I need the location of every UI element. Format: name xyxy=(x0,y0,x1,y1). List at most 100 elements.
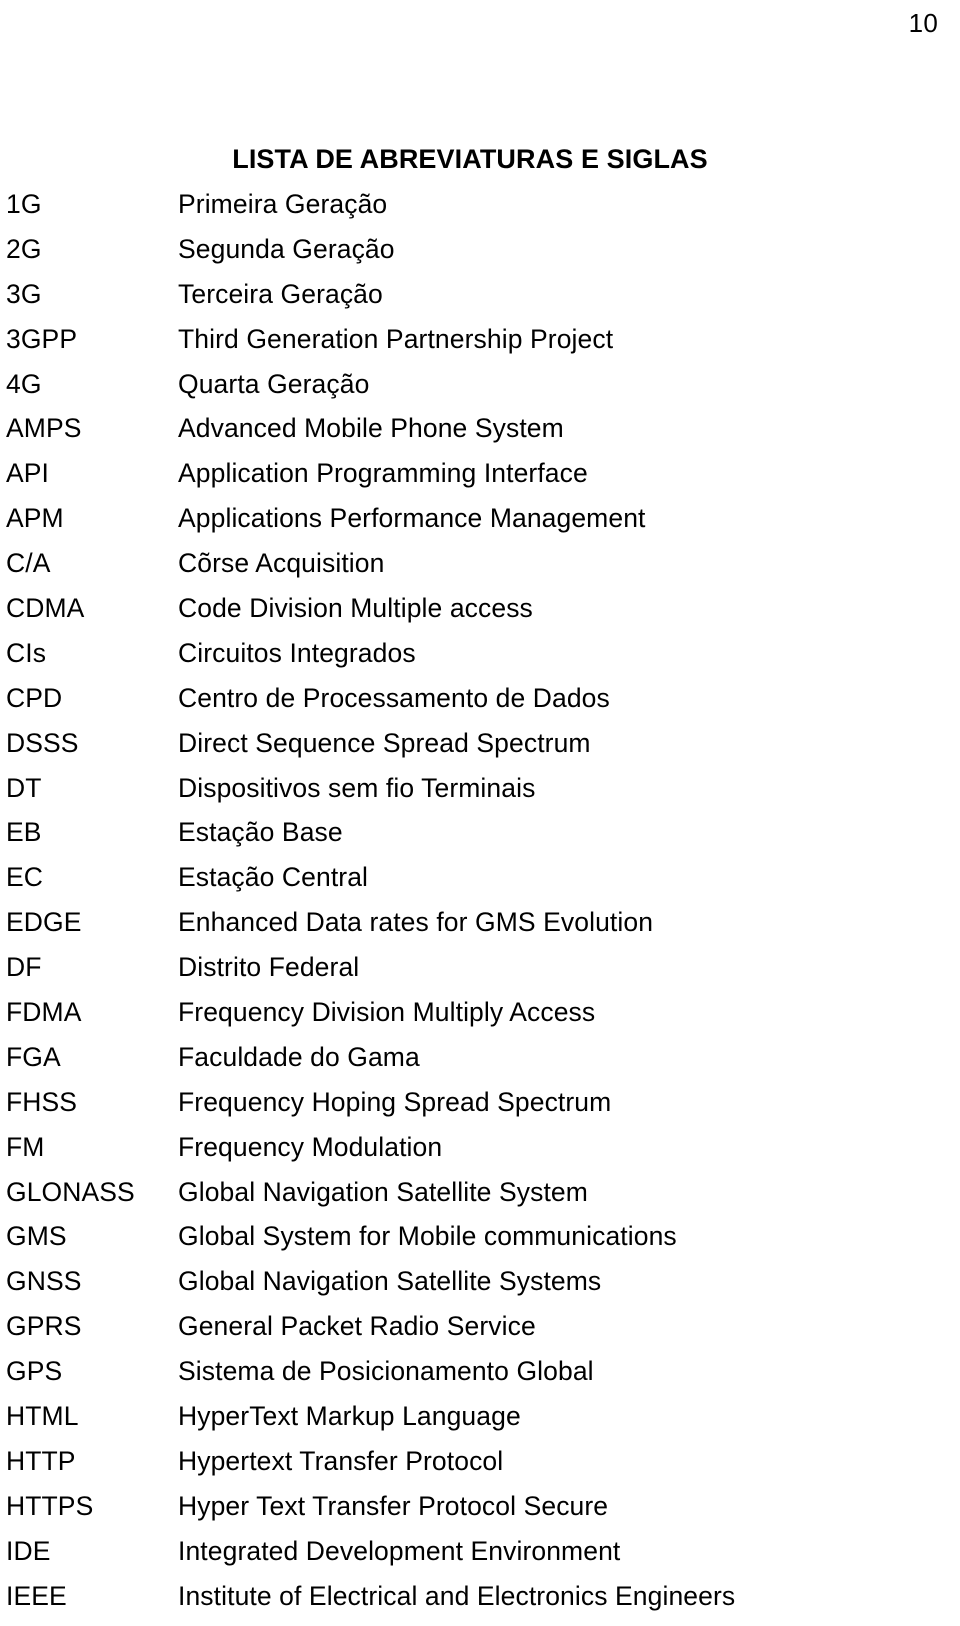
abbreviation-row: EDGE Enhanced Data rates for GMS Evolutio… xyxy=(0,907,960,952)
abbreviation-row: C/A Cõrse Acquisition xyxy=(0,548,960,593)
abbreviation-term: HTTPS xyxy=(6,1490,94,1521)
abbreviation-term: GMS xyxy=(6,1221,67,1252)
abbreviation-term: HTML xyxy=(6,1401,79,1432)
abbreviation-row: EC Estação Central xyxy=(0,862,960,907)
abbreviation-term: API xyxy=(6,458,50,489)
abbreviation-row: GPS Sistema de Posicionamento Global xyxy=(0,1356,960,1401)
abbreviation-definition: Hypertext Transfer Protocol xyxy=(178,1445,504,1476)
abbreviation-definition: Global Navigation Satellite System xyxy=(178,1176,588,1207)
abbreviation-term: CPD xyxy=(6,682,63,713)
page-number: 10 xyxy=(908,8,938,38)
abbreviation-term: DF xyxy=(6,952,42,983)
abbreviation-row: HTTPS Hyper Text Transfer Protocol Secure xyxy=(0,1491,960,1536)
abbreviation-term: 4G xyxy=(6,368,42,399)
abbreviation-term: CDMA xyxy=(6,593,85,624)
abbreviation-definition: Dispositivos sem fio Terminais xyxy=(178,772,536,803)
abbreviation-term: 1G xyxy=(6,189,42,219)
abbreviation-definition: Global System for Mobile communications xyxy=(178,1221,677,1252)
abbreviation-definition: Quarta Geração xyxy=(178,368,370,399)
abbreviation-row: APM Applications Performance Management xyxy=(0,503,960,548)
abbreviation-term: AMPS xyxy=(6,413,82,444)
abbreviation-definition: Advanced Mobile Phone System xyxy=(178,413,564,444)
abbreviation-term: CIs xyxy=(6,637,47,668)
abbreviation-definition: Third Generation Partnership Project xyxy=(178,323,614,354)
abbreviation-row: IDE Integrated Development Environment xyxy=(0,1536,960,1581)
abbreviation-row: GNSS Global Navigation Satellite Systems xyxy=(0,1266,960,1311)
abbreviation-row: FHSS Frequency Hoping Spread Spectrum xyxy=(0,1087,960,1132)
abbreviation-term: GLONASS xyxy=(6,1176,135,1207)
abbreviation-term: HTTP xyxy=(6,1445,76,1476)
abbreviation-definition: Terceira Geração xyxy=(178,278,383,309)
document-page: 10 LISTA DE ABREVIATURAS E SIGLAS 1G Prim… xyxy=(0,0,960,1611)
abbreviation-definition: HyperText Markup Language xyxy=(178,1401,521,1432)
abbreviation-definition: Enhanced Data rates for GMS Evolution xyxy=(178,907,654,938)
abbreviation-definition: Segunda Geração xyxy=(178,233,395,264)
abbreviation-definition: Estação Central xyxy=(178,862,369,893)
abbreviation-row: API Application Programming Interface xyxy=(0,458,960,503)
abbreviation-definition: Frequency Hoping Spread Spectrum xyxy=(178,1086,612,1117)
abbreviation-definition: Direct Sequence Spread Spectrum xyxy=(178,727,591,758)
abbreviation-row: FDMA Frequency Division Multiply Access xyxy=(0,997,960,1042)
abbreviation-definition: Distrito Federal xyxy=(178,952,360,983)
abbreviation-definition: Code Division Multiple access xyxy=(178,593,533,624)
abbreviation-definition: Hyper Text Transfer Protocol Secure xyxy=(178,1490,609,1521)
abbreviation-term: 2G xyxy=(6,233,42,264)
abbreviation-definition: Institute of Electrical and Electronics … xyxy=(178,1580,736,1611)
abbreviation-term: 3G xyxy=(6,278,42,309)
abbreviation-row: HTML HyperText Markup Language xyxy=(0,1401,960,1446)
abbreviation-definition: Frequency Division Multiply Access xyxy=(178,997,596,1028)
abbreviation-term: GPS xyxy=(6,1356,63,1387)
abbreviation-definition: Integrated Development Environment xyxy=(178,1535,621,1566)
abbreviation-term: APM xyxy=(6,503,64,534)
abbreviation-term: DT xyxy=(6,772,42,803)
abbreviation-term: EC xyxy=(6,862,44,893)
abbreviation-row: FGA Faculdade do Gama xyxy=(0,1042,960,1087)
abbreviation-row: DF Distrito Federal xyxy=(0,952,960,997)
abbreviation-definition: Estação Base xyxy=(178,817,343,848)
abbreviation-row: 2G Segunda Geração xyxy=(0,234,960,279)
page-title: LISTA DE ABREVIATURAS E SIGLAS xyxy=(232,144,708,175)
abbreviation-definition: Applications Performance Management xyxy=(178,503,646,534)
abbreviation-row: 3GPP Third Generation Partnership Project xyxy=(0,324,960,369)
abbreviation-row: GMS Global System for Mobile communicatio… xyxy=(0,1221,960,1266)
abbreviation-row: 4G Quarta Geração xyxy=(0,369,960,414)
abbreviation-term: IEEE xyxy=(6,1580,67,1611)
abbreviation-term: IDE xyxy=(6,1535,51,1566)
abbreviation-definition: Circuitos Integrados xyxy=(178,637,416,668)
abbreviation-row: 3G Terceira Geração xyxy=(0,279,960,324)
abbreviation-row: CPD Centro de Processamento de Dados xyxy=(0,683,960,728)
abbreviation-row: EB Estação Base xyxy=(0,817,960,862)
abbreviation-row: GPRS General Packet Radio Service xyxy=(0,1311,960,1356)
abbreviation-term: EDGE xyxy=(6,907,82,938)
abbreviation-definition: Cõrse Acquisition xyxy=(178,548,385,579)
abbreviation-term: 3GPP xyxy=(6,323,78,354)
abbreviation-definition: Frequency Modulation xyxy=(178,1131,443,1162)
abbreviation-definition: General Packet Radio Service xyxy=(178,1311,536,1342)
abbreviation-row: HTTP Hypertext Transfer Protocol xyxy=(0,1446,960,1491)
abbreviation-row: CDMA Code Division Multiple access xyxy=(0,593,960,638)
abbreviation-term: C/A xyxy=(6,548,51,579)
abbreviation-term: GNSS xyxy=(6,1266,82,1297)
abbreviation-definition: Faculdade do Gama xyxy=(178,1041,420,1072)
abbreviation-list: 1G Primeira Geração 2G Segunda Geração 3G Ter… xyxy=(0,189,960,1626)
abbreviation-row: FM Frequency Modulation xyxy=(0,1132,960,1177)
abbreviation-definition: Global Navigation Satellite Systems xyxy=(178,1266,602,1297)
abbreviation-term: GPRS xyxy=(6,1311,82,1342)
abbreviation-definition: Sistema de Posicionamento Global xyxy=(178,1356,594,1387)
abbreviation-row: DSSS Direct Sequence Spread Spectrum xyxy=(0,728,960,773)
abbreviation-term: FHSS xyxy=(6,1086,78,1117)
abbreviation-row: 1G Primeira Geração xyxy=(0,189,960,234)
abbreviation-term: FM xyxy=(6,1131,45,1162)
abbreviation-term: FDMA xyxy=(6,997,82,1028)
abbreviation-row: DT Dispositivos sem fio Terminais xyxy=(0,773,960,818)
abbreviation-definition: Primeira Geração xyxy=(178,189,388,219)
abbreviation-definition: Application Programming Interface xyxy=(178,458,588,489)
abbreviation-term: FGA xyxy=(6,1041,61,1072)
abbreviation-row: CIs Circuitos Integrados xyxy=(0,638,960,683)
abbreviation-term: DSSS xyxy=(6,727,79,758)
abbreviation-term: EB xyxy=(6,817,42,848)
abbreviation-row: AMPS Advanced Mobile Phone System xyxy=(0,413,960,458)
abbreviation-row: GLONASS Global Navigation Satellite Syste… xyxy=(0,1177,960,1222)
abbreviation-definition: Centro de Processamento de Dados xyxy=(178,682,610,713)
abbreviation-row: IEEE Institute of Electrical and Electron… xyxy=(0,1581,960,1626)
